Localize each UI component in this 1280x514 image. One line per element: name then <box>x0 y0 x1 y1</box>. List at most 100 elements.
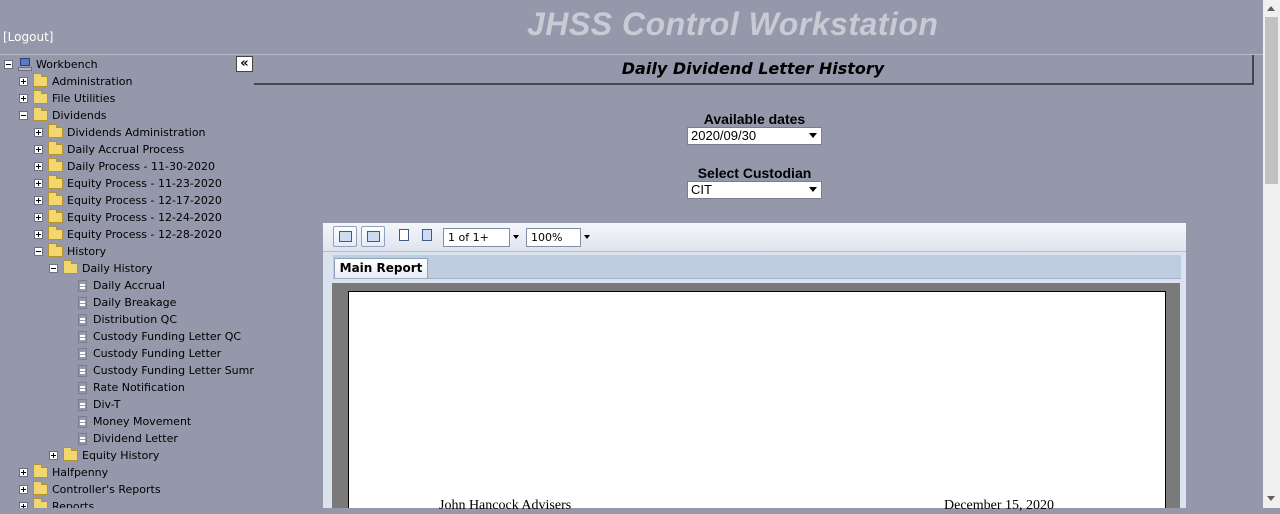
export-icon <box>367 231 380 242</box>
document-icon <box>78 330 87 343</box>
tree-item-label: Custody Funding Letter Summary <box>93 364 254 377</box>
document-icon <box>78 398 87 411</box>
folder-icon <box>48 226 63 240</box>
tree-item[interactable]: Rate Notification <box>64 379 185 396</box>
tree-item[interactable]: Equity History <box>49 447 159 464</box>
page-scrollbar[interactable] <box>1263 0 1280 508</box>
page-previous-icon <box>399 229 409 241</box>
expand-icon[interactable] <box>19 485 28 494</box>
folder-icon <box>48 175 63 189</box>
tree-item[interactable]: Reports <box>19 498 94 508</box>
tree-item-label: Reports <box>52 500 95 508</box>
report-company-name: John Hancock Advisers <box>439 498 572 513</box>
tree-item-label: Money Movement <box>93 415 192 428</box>
tree-item[interactable]: Equity Process - 11-23-2020 <box>34 175 222 192</box>
tree-item-label: Custody Funding Letter QC <box>93 330 242 343</box>
tree-item[interactable]: Workbench <box>4 56 98 73</box>
expand-icon[interactable] <box>19 502 28 508</box>
tree-item-label: Workbench <box>36 58 98 71</box>
tree-item[interactable]: Daily Breakage <box>64 294 176 311</box>
custodian-select[interactable]: CIT <box>687 181 822 199</box>
tree-item[interactable]: Halfpenny <box>19 464 108 481</box>
tree-item[interactable]: Div-T <box>64 396 120 413</box>
expand-icon[interactable] <box>34 230 43 239</box>
tree-item-label: Rate Notification <box>93 381 185 394</box>
tree-item-label: Equity Process - 11-23-2020 <box>67 177 222 190</box>
tree-item-label: File Utilities <box>52 92 116 105</box>
document-icon <box>78 432 87 445</box>
tree-item[interactable]: Dividends Administration <box>34 124 206 141</box>
collapse-icon[interactable] <box>34 247 43 256</box>
document-icon <box>78 381 87 394</box>
tree-item-label: Equity History <box>82 449 160 462</box>
document-icon <box>78 364 87 377</box>
tree-item[interactable]: Custody Funding Letter Summary <box>64 362 254 379</box>
page-next-icon <box>422 229 432 241</box>
zoom-input[interactable]: 100% <box>526 228 581 247</box>
collapse-icon[interactable] <box>19 111 28 120</box>
tree-item[interactable]: Equity Process - 12-17-2020 <box>34 192 222 209</box>
report-date: December 15, 2020 <box>944 498 1055 513</box>
scroll-thumb[interactable] <box>1265 17 1278 184</box>
tree-item[interactable]: Distribution QC <box>64 311 177 328</box>
available-dates-label: Available dates <box>703 111 806 127</box>
tree-item-label: Div-T <box>93 398 121 411</box>
tree-item[interactable]: History <box>34 243 106 260</box>
previous-page-button[interactable] <box>396 226 414 247</box>
tree-item[interactable]: Daily Process - 11-30-2020 <box>34 158 215 175</box>
tree-item[interactable]: Administration <box>19 73 133 90</box>
tree-item[interactable]: Equity Process - 12-28-2020 <box>34 226 222 243</box>
folder-icon <box>33 73 48 87</box>
tree-item[interactable]: Daily Accrual Process <box>34 141 184 158</box>
folder-icon <box>33 90 48 104</box>
tab-main-report[interactable]: Main Report <box>334 258 428 278</box>
expand-icon[interactable] <box>34 162 43 171</box>
next-page-button[interactable] <box>419 226 437 247</box>
computer-icon <box>18 58 32 71</box>
scroll-down-icon[interactable] <box>1267 496 1275 501</box>
tree-item[interactable]: Controller's Reports <box>19 481 161 498</box>
zoom-dropdown-icon[interactable] <box>584 235 590 239</box>
folder-icon <box>33 498 48 508</box>
expand-icon[interactable] <box>34 196 43 205</box>
scroll-up-icon[interactable] <box>1267 6 1275 11</box>
tree-item[interactable]: Custody Funding Letter QC <box>64 328 241 345</box>
tree-item-label: Administration <box>52 75 133 88</box>
document-icon <box>78 279 87 292</box>
expand-icon[interactable] <box>34 213 43 222</box>
export-button[interactable] <box>361 226 385 247</box>
expand-icon[interactable] <box>19 468 28 477</box>
page-number-input[interactable]: 1 of 1+ <box>443 228 510 247</box>
collapse-sidebar-button[interactable]: « <box>236 56 253 72</box>
printer-icon <box>339 231 352 242</box>
tree-item[interactable]: Equity Process - 12-24-2020 <box>34 209 222 226</box>
collapse-icon[interactable] <box>4 60 13 69</box>
tree-item-label: Dividends Administration <box>67 126 206 139</box>
report-page: John Hancock Advisers December 15, 2020 <box>348 291 1166 513</box>
tree-item[interactable]: Dividends <box>19 107 107 124</box>
tree-item[interactable]: Daily Accrual <box>64 277 165 294</box>
document-icon <box>78 347 87 360</box>
expand-icon[interactable] <box>34 179 43 188</box>
tree-item-label: Custody Funding Letter <box>93 347 222 360</box>
folder-icon <box>48 192 63 206</box>
logout-link[interactable]: [Logout] <box>3 30 53 44</box>
expand-icon[interactable] <box>34 128 43 137</box>
tree-item[interactable]: Daily History <box>49 260 152 277</box>
tree-item-label: Controller's Reports <box>52 483 161 496</box>
tree-item-label: Equity Process - 12-28-2020 <box>67 228 222 241</box>
expand-icon[interactable] <box>19 77 28 86</box>
print-button[interactable] <box>333 226 357 247</box>
tree-item[interactable]: File Utilities <box>19 90 115 107</box>
available-dates-select[interactable]: 2020/09/30 <box>687 127 822 145</box>
expand-icon[interactable] <box>34 145 43 154</box>
folder-icon <box>63 447 78 461</box>
tree-item[interactable]: Dividend Letter <box>64 430 178 447</box>
expand-icon[interactable] <box>19 94 28 103</box>
folder-icon <box>48 124 63 138</box>
tree-item[interactable]: Custody Funding Letter <box>64 345 221 362</box>
tree-item[interactable]: Money Movement <box>64 413 191 430</box>
expand-icon[interactable] <box>49 451 58 460</box>
collapse-icon[interactable] <box>49 264 58 273</box>
page-dropdown-icon[interactable] <box>513 235 519 239</box>
